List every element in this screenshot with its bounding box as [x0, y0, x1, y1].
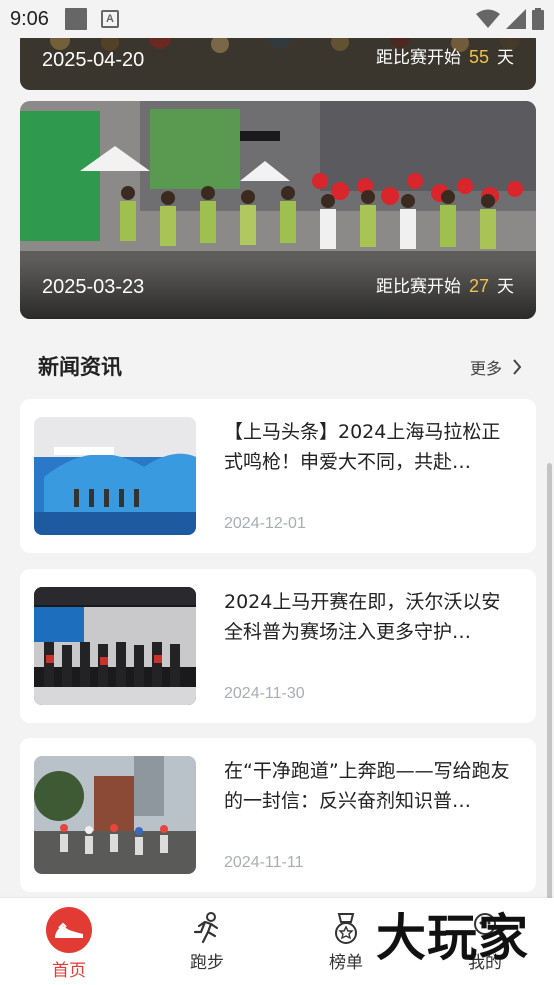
status-right-icons [476, 8, 544, 30]
square-icon [64, 8, 87, 30]
medal-icon [335, 913, 357, 944]
news-thumbnail [34, 756, 196, 874]
nav-label: 跑步 [190, 953, 224, 973]
news-thumbnail [34, 587, 196, 705]
nav-label: 榜单 [329, 953, 363, 973]
news-title: 2024上马开赛在即，沃尔沃以安全科普为赛场注入更多守护… [224, 591, 501, 643]
race-countdown: 距比赛开始 27 天 [376, 272, 514, 297]
news-card[interactable]: 【上马头条】2024上海马拉松正式鸣枪！申爱大不同，共赴… 2024-12-01 [20, 399, 536, 553]
news-title: 在“干净跑道”上奔跑——写给跑友的一封信：反兴奋剂知识普… [224, 760, 510, 812]
news-section-title: 新闻资讯 [38, 355, 122, 379]
countdown-suffix: 天 [497, 48, 514, 68]
status-time: 9:06 [10, 7, 49, 30]
signal-icon [506, 9, 526, 29]
more-button[interactable]: 更多 [470, 355, 522, 379]
nav-label: 首页 [52, 961, 86, 981]
news-card[interactable]: 2024上马开赛在即，沃尔沃以安全科普为赛场注入更多守护… 2024-11-30 [20, 569, 536, 723]
countdown-suffix: 天 [497, 277, 514, 297]
text-a-icon: A [100, 10, 119, 28]
news-card[interactable]: 在“干净跑道”上奔跑——写给跑友的一封信：反兴奋剂知识普… 2024-11-11 [20, 738, 536, 892]
watermark: 大玩家 [376, 908, 529, 967]
shoe-icon [46, 907, 92, 953]
news-date: 2024-11-30 [224, 685, 305, 702]
nav-item-run[interactable]: 跑步 [157, 898, 257, 985]
countdown-days: 27 [468, 276, 489, 296]
scrollbar[interactable] [547, 463, 552, 899]
more-label: 更多 [469, 359, 502, 378]
news-thumbnail [34, 417, 196, 535]
news-title: 【上马头条】2024上海马拉松正式鸣枪！申爱大不同，共赴… [224, 421, 501, 473]
news-date: 2024-11-11 [224, 854, 304, 871]
news-date: 2024-12-01 [224, 515, 306, 532]
wifi-icon [476, 9, 500, 28]
race-card[interactable]: 2025-04-20 距比赛开始 55 天 [20, 30, 536, 90]
countdown-prefix: 距比赛开始 [375, 48, 461, 68]
countdown-prefix: 距比赛开始 [375, 277, 461, 297]
race-date: 2025-04-20 [42, 49, 145, 71]
status-bar: 9:06 A [0, 0, 554, 38]
nav-item-home[interactable]: 首页 [19, 898, 119, 985]
race-date: 2025-03-23 [42, 276, 145, 298]
runner-icon [193, 912, 219, 944]
race-countdown: 距比赛开始 55 天 [376, 43, 514, 68]
countdown-days: 55 [468, 47, 489, 67]
battery-icon [532, 8, 544, 30]
race-card[interactable]: 2025-03-23 距比赛开始 27 天 [20, 101, 536, 319]
chevron-right-icon [513, 359, 522, 375]
